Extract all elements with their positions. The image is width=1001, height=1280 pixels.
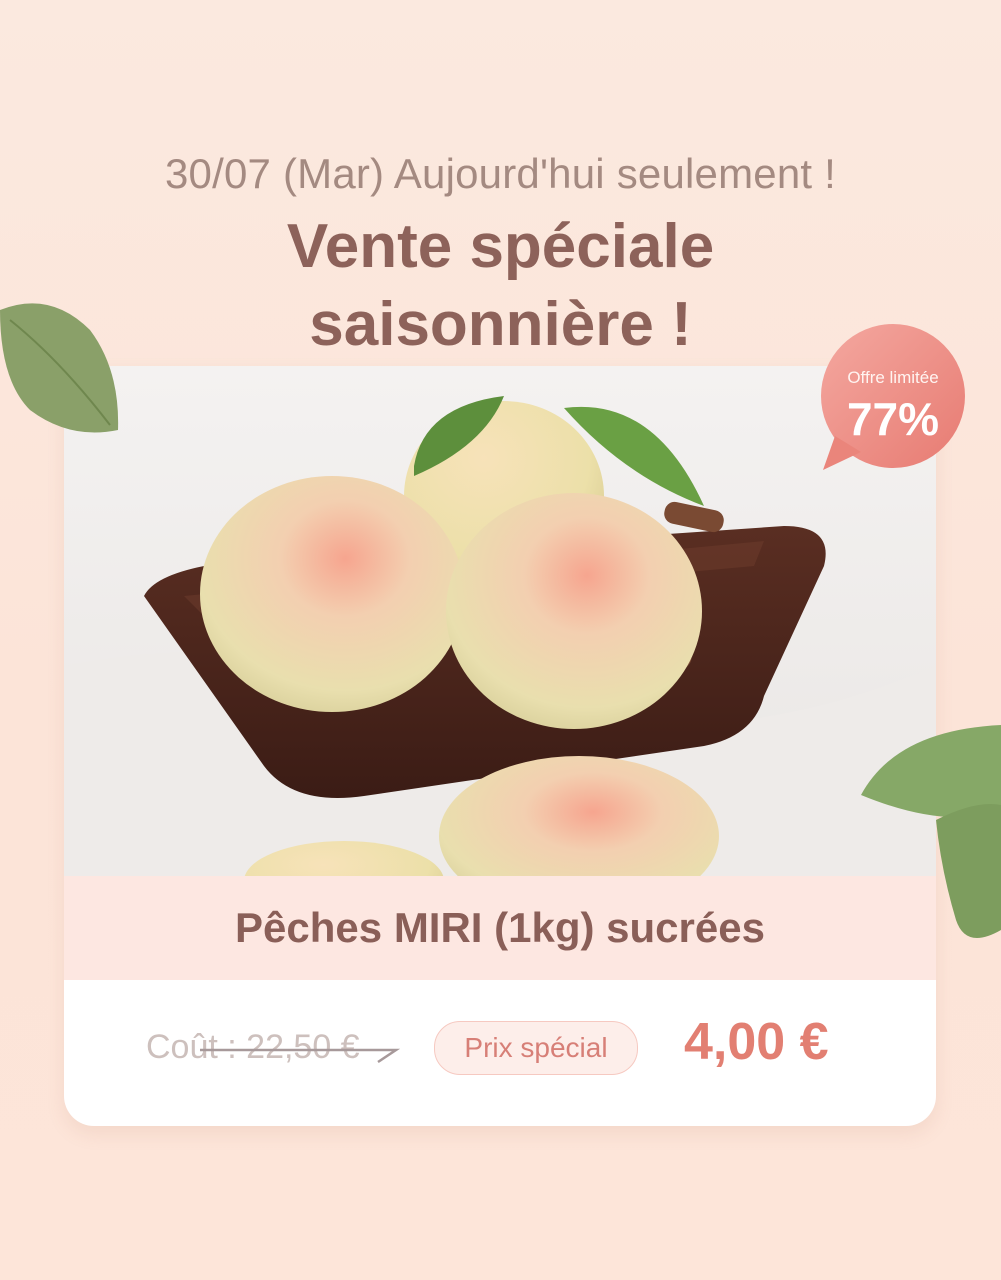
promo-date: 30/07 (Mar) Aujourd'hui seulement ! xyxy=(164,150,837,197)
product-card[interactable]: Pêches MIRI (1kg) sucrées Coût : 22,50 €… xyxy=(64,366,936,1126)
special-price-label: Prix spécial xyxy=(464,1032,608,1063)
discount-percent: 77% xyxy=(846,393,940,445)
leaf-icon xyxy=(0,303,119,433)
price-row: Coût : 22,50 € Prix spécial 4,00 € xyxy=(64,980,936,1126)
offer-label: Offre limitée xyxy=(847,368,939,387)
leaf-icon xyxy=(861,725,1001,938)
special-price-badge: Prix spécial xyxy=(434,1021,638,1075)
product-name-bar: Pêches MIRI (1kg) sucrées xyxy=(64,876,936,980)
sale-price: 4,00 € xyxy=(684,1013,829,1071)
strike-arrow-icon xyxy=(200,1048,401,1064)
product-photo xyxy=(64,366,936,876)
title-line-1: Vente spéciale xyxy=(286,212,715,281)
product-name: Pêches MIRI (1kg) sucrées xyxy=(235,904,765,951)
